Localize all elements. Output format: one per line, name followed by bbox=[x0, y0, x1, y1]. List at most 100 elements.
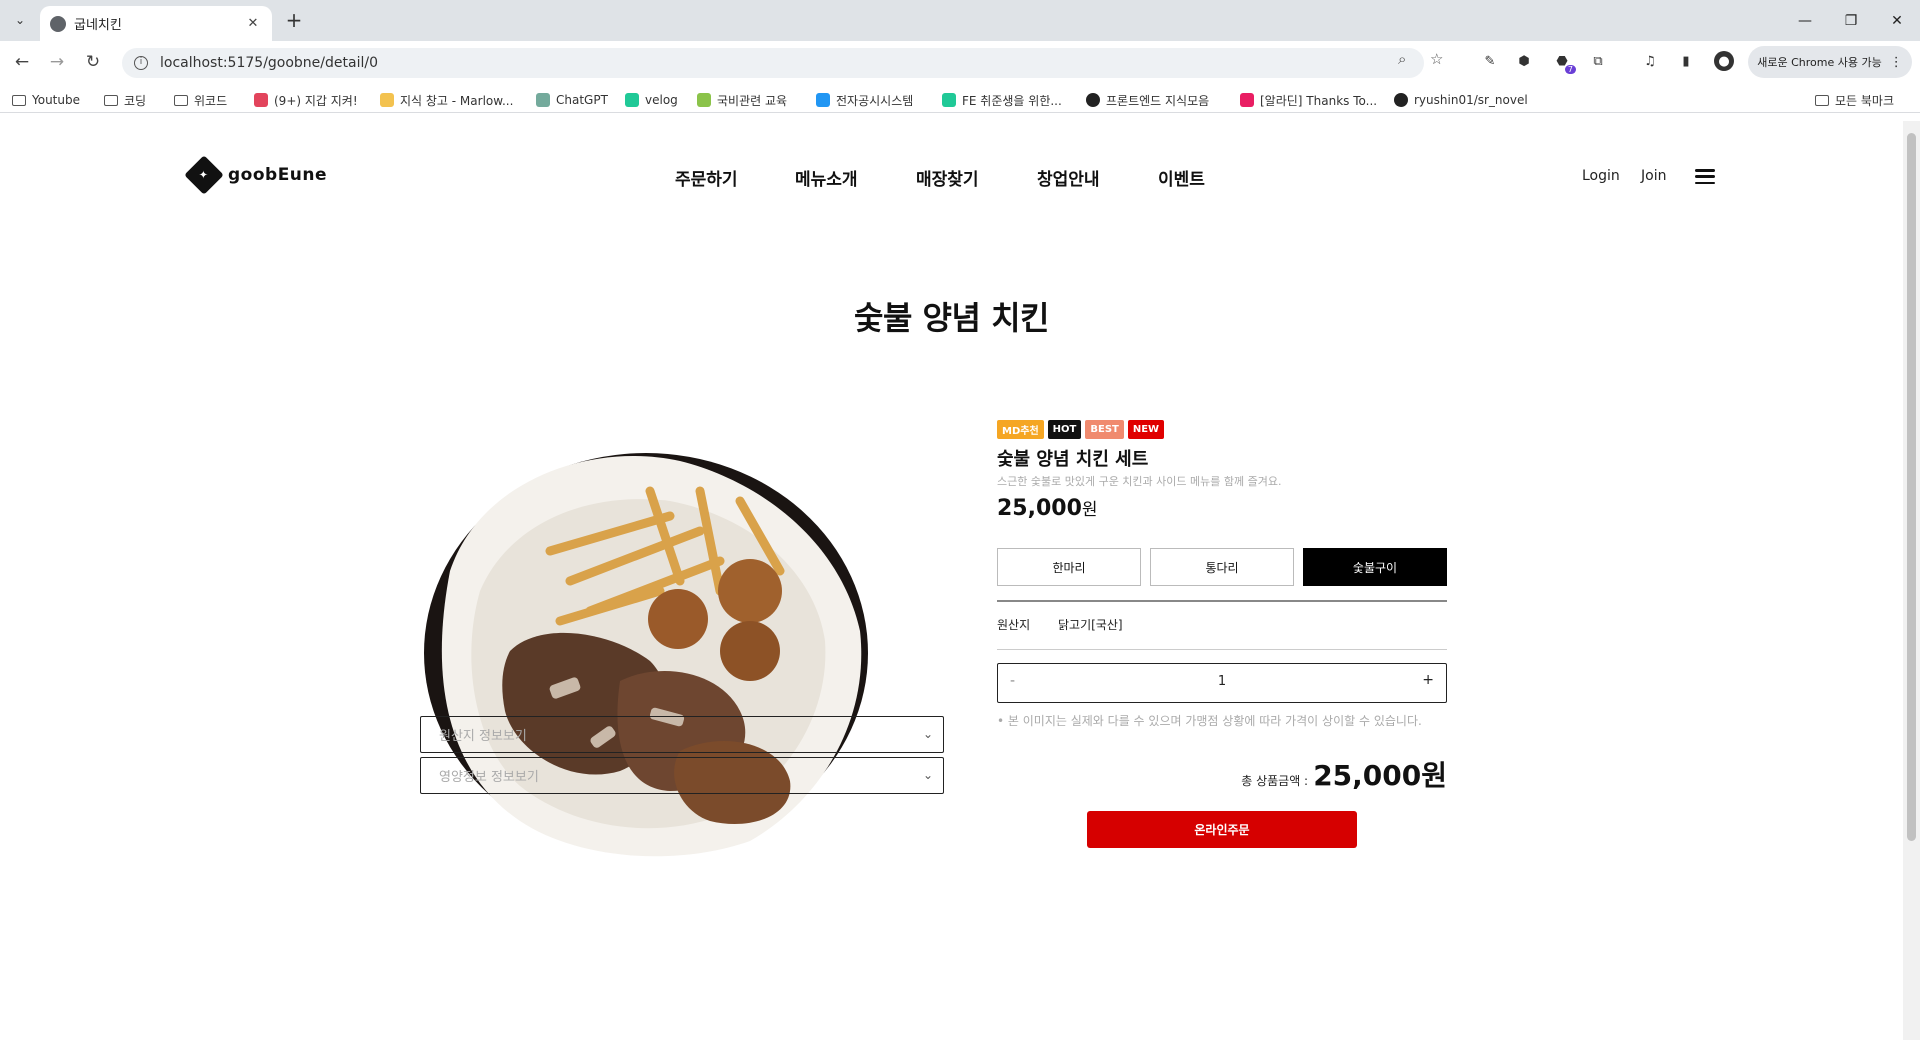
extensions-puzzle-icon[interactable]: ⧉ bbox=[1588, 51, 1608, 71]
bookmark-item[interactable]: FE 취준생을 위한... bbox=[942, 89, 1062, 111]
all-bookmarks-button[interactable]: 모든 북마크 bbox=[1815, 89, 1894, 111]
product-badge: NEW bbox=[1127, 420, 1165, 439]
scrollbar-thumb[interactable] bbox=[1907, 133, 1916, 841]
url-text: localhost:5175/goobne/detail/0 bbox=[160, 55, 378, 71]
media-control-icon[interactable]: ♫ bbox=[1640, 51, 1660, 71]
bookmark-label: [알라딘] Thanks To... bbox=[1260, 93, 1378, 108]
bookmark-item[interactable]: ryushin01/sr_novel bbox=[1394, 89, 1528, 111]
reload-icon[interactable]: ↻ bbox=[80, 49, 106, 75]
origin-info-accordion[interactable]: 원산지 정보보기 ⌄ bbox=[420, 716, 944, 753]
total-amount: 25,000원 bbox=[1313, 759, 1447, 792]
hamburger-menu-icon[interactable] bbox=[1695, 169, 1715, 184]
nav-store[interactable]: 매장찾기 bbox=[916, 165, 979, 190]
zoom-icon[interactable]: ⌕ bbox=[1398, 50, 1406, 68]
extension-badge-count: 7 bbox=[1564, 65, 1576, 74]
folder-icon bbox=[12, 94, 26, 106]
chevron-down-icon: ⌄ bbox=[14, 13, 26, 27]
site-icon bbox=[816, 93, 830, 107]
bookmark-item[interactable]: ChatGPT bbox=[536, 89, 608, 111]
option-drumstick[interactable]: 통다리 bbox=[1150, 548, 1294, 586]
minimize-button[interactable]: — bbox=[1782, 0, 1828, 41]
logo-mark-icon: ✦ bbox=[184, 155, 224, 195]
site-info-icon[interactable]: i bbox=[134, 56, 148, 70]
avatar[interactable]: ● bbox=[1714, 51, 1734, 71]
option-charcoal[interactable]: 숯불구이 bbox=[1303, 548, 1447, 586]
site-icon bbox=[380, 93, 394, 107]
bookmark-star-icon[interactable]: ☆ bbox=[1430, 50, 1443, 68]
address-bar[interactable]: i localhost:5175/goobne/detail/0 bbox=[122, 48, 1424, 78]
nutrition-info-accordion[interactable]: 영양정보 정보보기 ⌄ bbox=[420, 757, 944, 794]
product-name: 숯불 양념 치킨 세트 bbox=[997, 449, 1149, 470]
browser-tab[interactable]: 굽네치킨 ✕ bbox=[40, 6, 272, 41]
nav-franchise[interactable]: 창업안내 bbox=[1037, 165, 1100, 190]
extension-badge-icon[interactable]: ⬣ 7 bbox=[1552, 51, 1576, 74]
join-link[interactable]: Join bbox=[1641, 168, 1666, 184]
restore-button[interactable]: ❐ bbox=[1828, 0, 1874, 41]
site-icon bbox=[1240, 93, 1254, 107]
product-badge: HOT bbox=[1047, 420, 1082, 439]
bookmarks-bar: Youtube 코딩 위코드 (9+) 지갑 지켜! 지식 창고 - Marlow...… bbox=[0, 85, 1920, 113]
bookmark-item[interactable]: Youtube bbox=[12, 89, 80, 111]
bookmark-label: FE 취준생을 위한... bbox=[962, 93, 1062, 108]
nutrition-info-label: 영양정보 정보보기 bbox=[439, 770, 539, 785]
tab-search-button[interactable]: ⌄ bbox=[8, 8, 32, 32]
quantity-value[interactable]: 1 bbox=[998, 674, 1446, 689]
product-image bbox=[424, 453, 868, 857]
folder-icon bbox=[174, 94, 188, 106]
total-price: 총 상품금액 : 25,000원 bbox=[997, 754, 1447, 794]
site-icon bbox=[254, 93, 268, 107]
option-half[interactable]: 한마리 bbox=[997, 548, 1141, 586]
page-title: 숯불 양념 치킨 bbox=[854, 299, 1049, 337]
bookmark-item[interactable]: 프론트엔드 지식모음 bbox=[1086, 89, 1209, 111]
bookmark-item[interactable]: 코딩 bbox=[104, 89, 146, 111]
online-order-button[interactable]: 온라인주문 bbox=[1087, 811, 1357, 848]
total-label: 총 상품금액 : bbox=[1241, 774, 1309, 788]
bookmark-item[interactable]: 국비관련 교육 bbox=[697, 89, 787, 111]
divider bbox=[997, 649, 1447, 650]
bookmark-item[interactable]: [알라딘] Thanks To... bbox=[1240, 89, 1377, 111]
image-notice: • 본 이미지는 실제와 다를 수 있으며 가맹점 상황에 따라 가격이 상이할… bbox=[997, 714, 1422, 728]
bookmark-label: ryushin01/sr_novel bbox=[1414, 93, 1528, 107]
bookmark-item[interactable]: 전자공시시스템 bbox=[816, 89, 913, 111]
side-panel-icon[interactable]: ▮ bbox=[1676, 51, 1696, 71]
bookmark-label: 프론트엔드 지식모음 bbox=[1106, 93, 1210, 108]
product-description: 스근한 숯불로 맛있게 구운 치킨과 사이드 메뉴를 함께 즐겨요. bbox=[997, 475, 1282, 488]
page-content: ✦ goobEune 주문하기 메뉴소개 매장찾기 창업안내 이벤트 Login… bbox=[0, 121, 1903, 1040]
kebab-menu-icon[interactable]: ⋮ bbox=[1890, 55, 1903, 70]
site-logo[interactable]: ✦ goobEune bbox=[184, 155, 328, 195]
folder-icon bbox=[1815, 94, 1829, 106]
bookmark-item[interactable]: 위코드 bbox=[174, 89, 227, 111]
page-scrollbar[interactable] bbox=[1903, 121, 1920, 1040]
bookmark-label: 코딩 bbox=[124, 93, 147, 108]
back-arrow-icon[interactable]: ← bbox=[9, 49, 35, 75]
close-window-button[interactable]: ✕ bbox=[1874, 0, 1920, 41]
quantity-stepper: - 1 + bbox=[997, 663, 1447, 703]
extension-hex-icon[interactable]: ⬢ bbox=[1514, 51, 1534, 71]
extension-pen-icon[interactable]: ✎ bbox=[1480, 51, 1500, 71]
price-unit: 원 bbox=[1081, 500, 1098, 520]
site-icon bbox=[625, 93, 639, 107]
site-icon bbox=[536, 93, 550, 107]
folder-icon bbox=[104, 94, 118, 106]
update-chrome-button[interactable]: 새로운 Chrome 사용 가능 ⋮ bbox=[1748, 46, 1912, 78]
site-icon bbox=[697, 93, 711, 107]
bookmark-label: 국비관련 교육 bbox=[717, 93, 788, 108]
nav-menu[interactable]: 메뉴소개 bbox=[795, 165, 858, 190]
bookmark-item[interactable]: velog bbox=[625, 89, 678, 111]
new-tab-button[interactable]: + bbox=[282, 9, 306, 33]
bookmark-label: velog bbox=[645, 93, 678, 107]
nav-event[interactable]: 이벤트 bbox=[1158, 165, 1205, 190]
bookmark-item[interactable]: 지식 창고 - Marlow... bbox=[380, 89, 513, 111]
origin-value: 닭고기[국산] bbox=[1058, 618, 1123, 632]
logo-text: goobEune bbox=[228, 165, 328, 185]
bookmark-item[interactable]: (9+) 지갑 지켜! bbox=[254, 89, 358, 111]
bookmark-label: 위코드 bbox=[194, 93, 228, 108]
forward-arrow-icon[interactable]: → bbox=[44, 49, 70, 75]
divider bbox=[997, 600, 1447, 602]
increase-quantity-button[interactable]: + bbox=[1422, 672, 1434, 688]
nav-order[interactable]: 주문하기 bbox=[675, 165, 738, 190]
close-tab-icon[interactable]: ✕ bbox=[244, 16, 262, 31]
globe-icon bbox=[50, 15, 66, 32]
login-link[interactable]: Login bbox=[1582, 168, 1620, 184]
bookmark-label: 지식 창고 - Marlow... bbox=[400, 93, 514, 108]
